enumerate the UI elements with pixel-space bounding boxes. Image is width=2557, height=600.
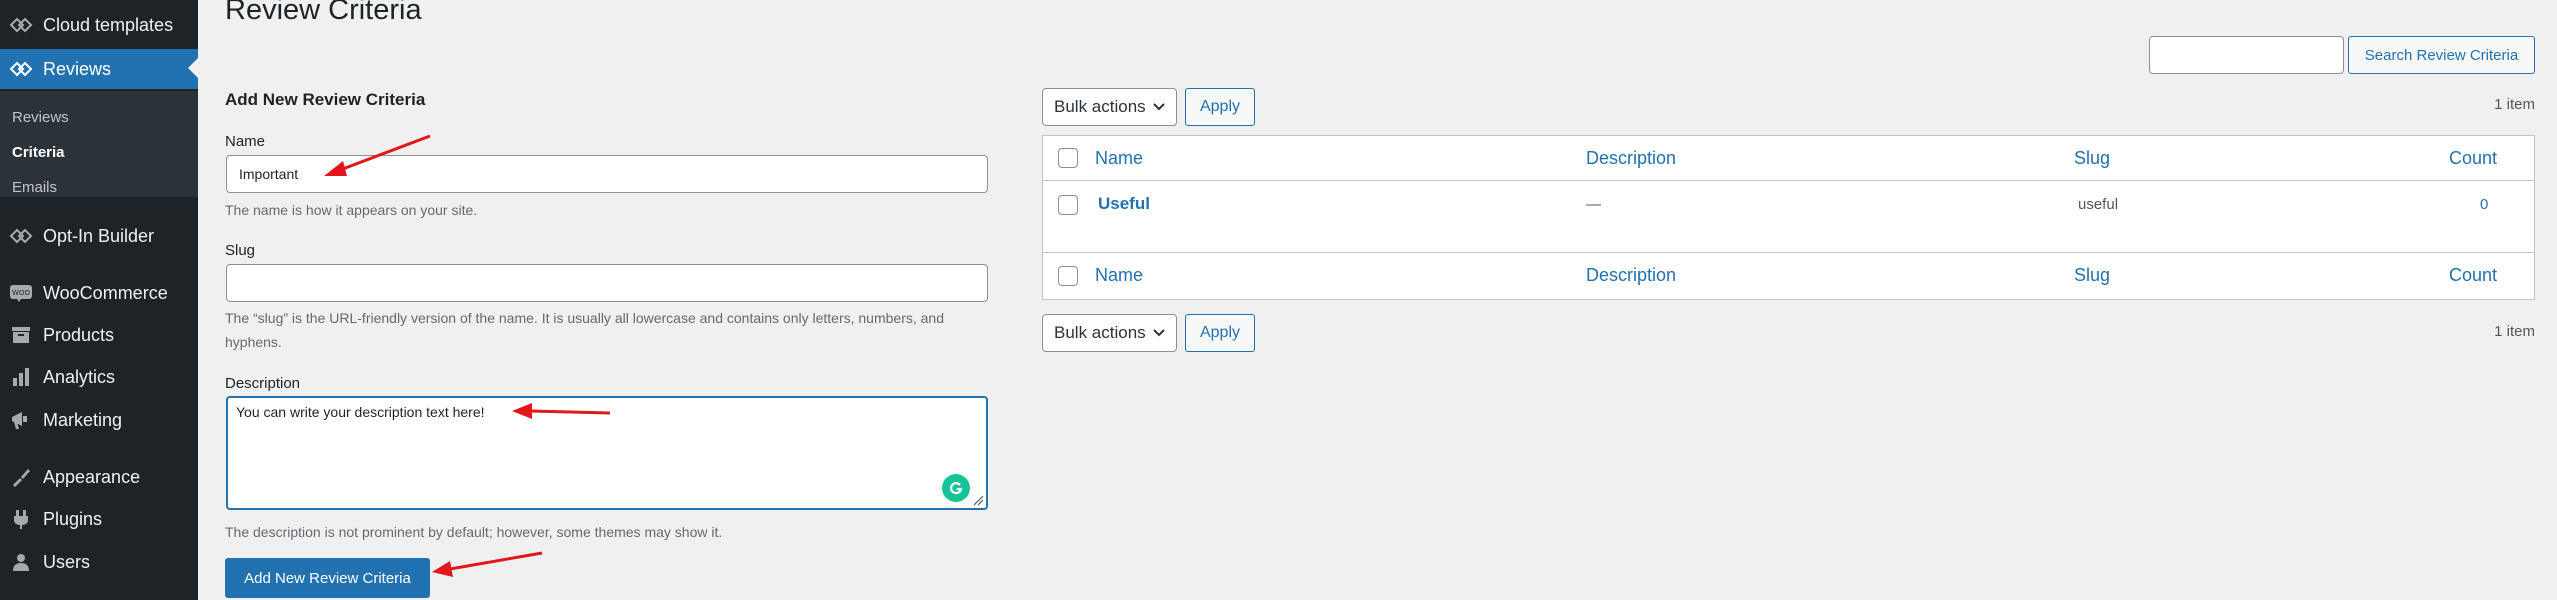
row-checkbox[interactable] (1058, 195, 1078, 215)
menu-item-users[interactable]: Users (0, 542, 198, 582)
menu-label: Opt-In Builder (43, 225, 155, 246)
menu-label: Appearance (43, 466, 141, 487)
header-divider (1043, 180, 2534, 181)
menu-label: Users (43, 551, 91, 572)
add-new-heading: Add New Review Criteria (225, 90, 426, 109)
menu-item-products[interactable]: Products (0, 315, 198, 355)
menu-item-opt-in-builder[interactable]: Opt-In Builder (0, 216, 198, 256)
menu-label: WooCommerce (43, 282, 168, 303)
submenu-item-emails[interactable]: Emails (12, 179, 57, 196)
slug-label: Slug (225, 242, 256, 259)
chevron-down-icon (1153, 329, 1165, 337)
appearance-icon (8, 464, 34, 490)
footer-divider (1043, 252, 2534, 253)
menu-label: Marketing (43, 409, 123, 430)
select-all-checkbox-footer[interactable] (1058, 266, 1078, 286)
column-header-slug[interactable]: Slug (2074, 148, 2110, 169)
select-all-checkbox[interactable] (1058, 148, 1078, 168)
menu-item-marketing[interactable]: Marketing (0, 400, 198, 440)
search-review-criteria-button[interactable]: Search Review Criteria (2348, 36, 2535, 74)
reviews-icon (8, 56, 34, 82)
page-title: Review Criteria (225, 0, 422, 26)
row-description: — (1586, 196, 1601, 213)
chevron-down-icon (1153, 103, 1165, 111)
submenu-item-reviews[interactable]: Reviews (12, 109, 69, 126)
name-field[interactable] (226, 155, 988, 193)
products-icon (8, 322, 34, 348)
bulk-actions-select-bottom[interactable]: Bulk actions (1042, 314, 1177, 352)
bulk-actions-select-top[interactable]: Bulk actions (1042, 88, 1177, 126)
users-icon (8, 549, 34, 575)
item-count-top: 1 item (2494, 96, 2535, 113)
analytics-icon (8, 364, 34, 390)
add-new-review-criteria-button[interactable]: Add New Review Criteria (225, 558, 430, 598)
description-help-text: The description is not prominent by defa… (225, 524, 723, 540)
menu-item-woocommerce[interactable]: WOO WooCommerce (0, 273, 198, 313)
footer-header-description[interactable]: Description (1586, 265, 1676, 286)
woocommerce-icon: WOO (8, 280, 34, 306)
apply-button-bottom[interactable]: Apply (1185, 314, 1255, 352)
menu-label: Reviews (43, 58, 112, 79)
column-header-description[interactable]: Description (1586, 148, 1676, 169)
search-input[interactable] (2149, 36, 2344, 74)
apply-button-top[interactable]: Apply (1185, 88, 1255, 126)
column-header-count[interactable]: Count (2449, 148, 2497, 169)
opt-in-builder-icon (8, 223, 34, 249)
row-name-link[interactable]: Useful (1098, 194, 1150, 214)
menu-label: Products (43, 324, 115, 345)
bulk-actions-label: Bulk actions (1054, 97, 1146, 116)
slug-field[interactable] (226, 264, 988, 302)
annotation-arrow-submit (432, 551, 543, 577)
svg-text:WOO: WOO (12, 289, 30, 297)
description-label: Description (225, 375, 301, 392)
item-count-bottom: 1 item (2494, 323, 2535, 340)
menu-item-reviews[interactable]: Reviews (0, 49, 198, 89)
row-count-link[interactable]: 0 (2480, 196, 2488, 213)
bulk-actions-label: Bulk actions (1054, 323, 1146, 342)
menu-label: Plugins (43, 508, 103, 529)
resize-grip-icon[interactable] (972, 494, 984, 506)
menu-label: Cloud templates (43, 14, 174, 35)
footer-header-count[interactable]: Count (2449, 265, 2497, 286)
marketing-icon (8, 407, 34, 433)
admin-sidebar: Cloud templates Reviews Reviews Criteria… (0, 0, 198, 600)
name-label: Name (225, 133, 266, 150)
column-header-name[interactable]: Name (1095, 148, 1143, 169)
submenu-item-criteria[interactable]: Criteria (12, 144, 65, 161)
plugins-icon (8, 506, 34, 532)
menu-item-analytics[interactable]: Analytics (0, 357, 198, 397)
menu-item-plugins[interactable]: Plugins (0, 499, 198, 539)
footer-header-slug[interactable]: Slug (2074, 265, 2110, 286)
criteria-table: Name Description Slug Count Useful — use… (1042, 135, 2535, 300)
footer-header-name[interactable]: Name (1095, 265, 1143, 286)
row-slug: useful (2078, 196, 2119, 213)
reviews-submenu: Reviews Criteria Emails (0, 91, 198, 197)
menu-label: Analytics (43, 366, 116, 387)
name-help-text: The name is how it appears on your site. (225, 202, 478, 218)
menu-item-appearance[interactable]: Appearance (0, 457, 198, 497)
menu-item-cloud-templates[interactable]: Cloud templates (0, 5, 198, 45)
slug-help-text: The “slug” is the URL-friendly version o… (225, 310, 945, 350)
cloud-templates-icon (8, 12, 34, 38)
description-field[interactable]: You can write your description text here… (226, 396, 988, 510)
grammarly-icon[interactable] (942, 474, 970, 502)
current-menu-arrow (188, 58, 198, 78)
